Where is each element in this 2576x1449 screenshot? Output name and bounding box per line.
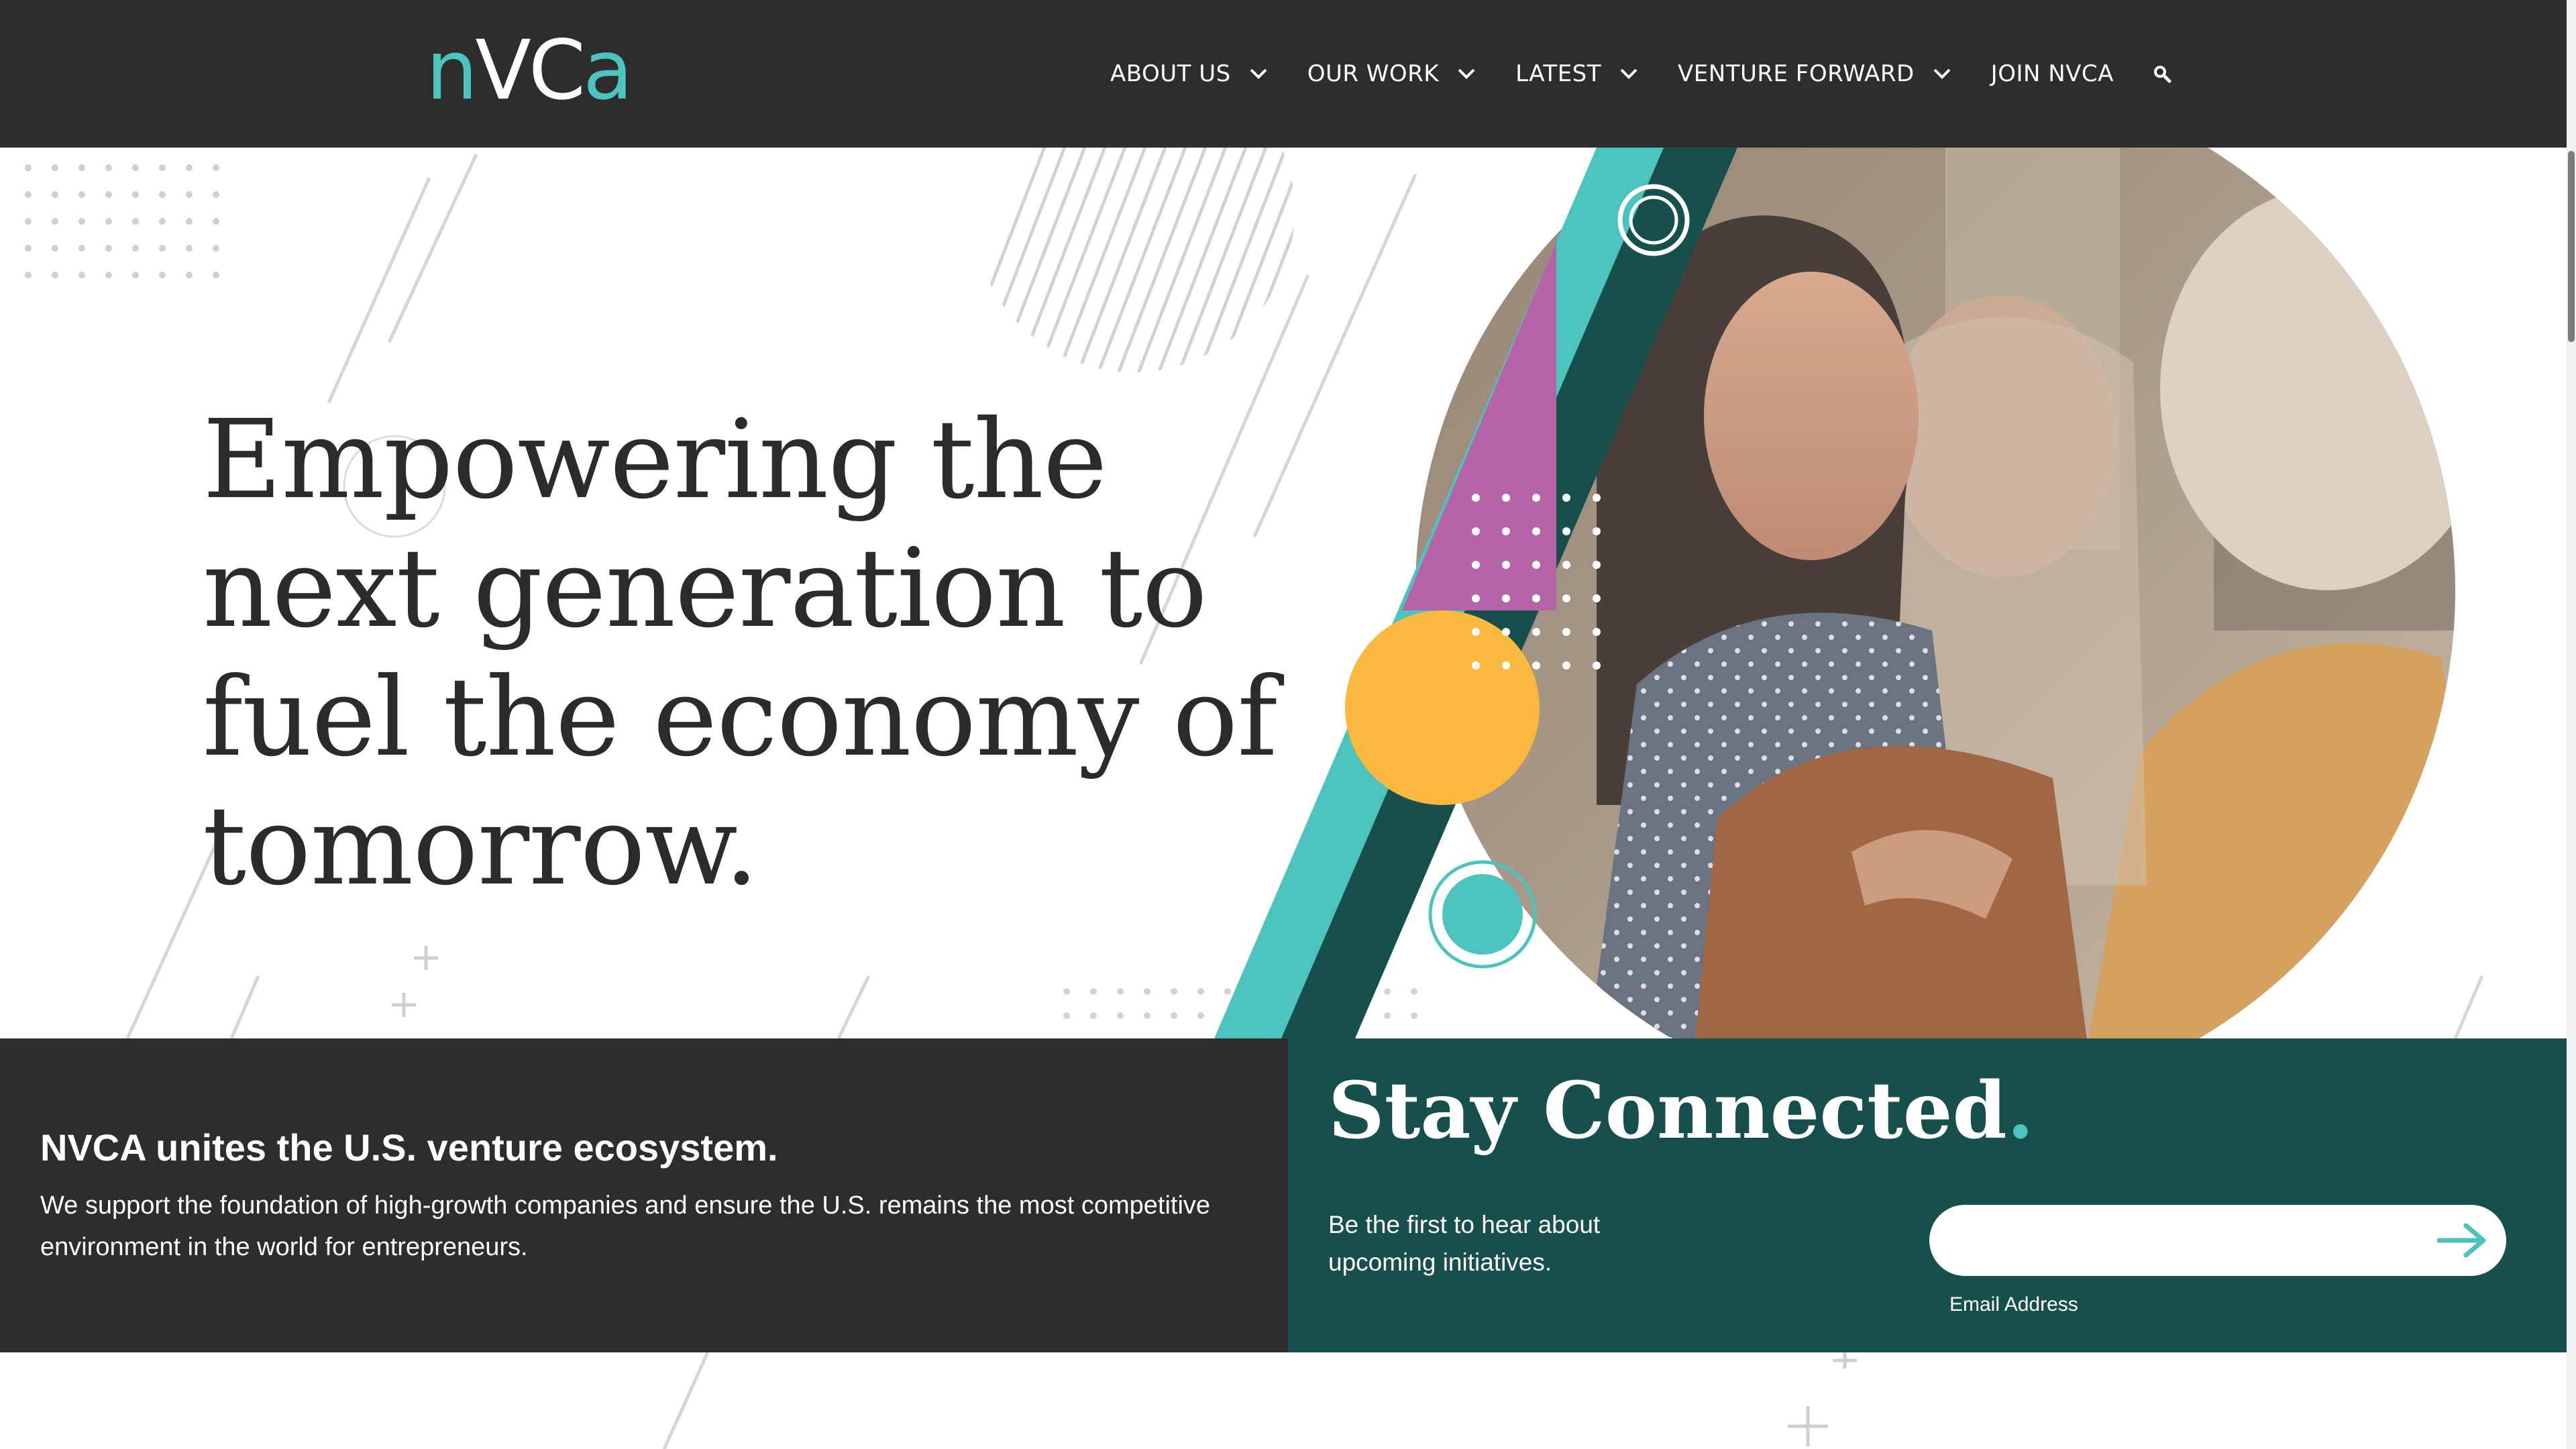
yellow-circle-shape xyxy=(1345,610,1540,805)
nav-label: LATEST xyxy=(1515,60,1602,87)
chevron-down-icon xyxy=(1250,68,1267,79)
about-band-body: We support the foundation of high-growth… xyxy=(40,1191,1211,1261)
newsletter-title-dot: . xyxy=(2006,1065,2034,1157)
chevron-down-icon xyxy=(1933,68,1951,79)
nav-label: VENTURE FORWARD xyxy=(1678,60,1915,87)
chevron-down-icon xyxy=(1620,68,1638,79)
site-header: nVCa ABOUT US OUR WORK LATEST VENTURE FO… xyxy=(0,0,2576,148)
nav-label: OUR WORK xyxy=(1307,60,1440,87)
nav-item-join-nvca[interactable]: JOIN NVCA xyxy=(1991,60,2114,87)
email-signup-box xyxy=(1929,1205,2506,1276)
search-button[interactable] xyxy=(2147,59,2177,89)
about-band: NVCA unites the U.S. venture ecosystem. … xyxy=(0,1038,1288,1352)
newsletter-band: Stay Connected. Be the first to hear abo… xyxy=(1288,1038,2567,1352)
logo-part-a: a xyxy=(582,23,633,118)
footer-decoration xyxy=(662,1352,1857,1449)
nav-item-latest[interactable]: LATEST xyxy=(1515,60,1639,87)
nav-label: JOIN NVCA xyxy=(1990,60,2114,87)
newsletter-title-text: Stay Connected xyxy=(1328,1065,2007,1157)
hero-section: Empowering the next generation to fuel t… xyxy=(0,148,2567,1038)
logo-part-n: n xyxy=(426,23,478,118)
search-icon xyxy=(2153,66,2171,83)
logo-part-vc: VC xyxy=(475,23,586,118)
nav-item-venture-forward[interactable]: VENTURE FORWARD xyxy=(1678,60,1952,87)
hero-photo-illustration xyxy=(1214,148,2455,1038)
nav-label: ABOUT US xyxy=(1110,60,1231,87)
about-band-title: NVCA unites the U.S. venture ecosystem. xyxy=(40,1126,778,1169)
purple-triangle-shape xyxy=(1402,241,1556,610)
arrow-right-icon[interactable] xyxy=(2435,1220,2489,1260)
nav-item-about-us[interactable]: ABOUT US xyxy=(1110,60,1269,87)
main-nav: ABOUT US OUR WORK LATEST VENTURE FORWARD… xyxy=(1110,52,2177,95)
email-field-label: Email Address xyxy=(1949,1293,2078,1316)
email-input[interactable] xyxy=(1956,1217,2412,1264)
page-scrollbar[interactable] xyxy=(2567,0,2576,1449)
nvca-logo[interactable]: nVCa xyxy=(426,30,633,111)
scrollbar-thumb[interactable] xyxy=(2568,151,2575,342)
chevron-down-icon xyxy=(1458,68,1475,79)
newsletter-subtitle: Be the first to hear about upcoming init… xyxy=(1328,1211,1601,1276)
nav-item-our-work[interactable]: OUR WORK xyxy=(1307,60,1477,87)
teal-circle-shape xyxy=(1442,874,1523,955)
newsletter-title: Stay Connected. xyxy=(1328,1065,2034,1157)
